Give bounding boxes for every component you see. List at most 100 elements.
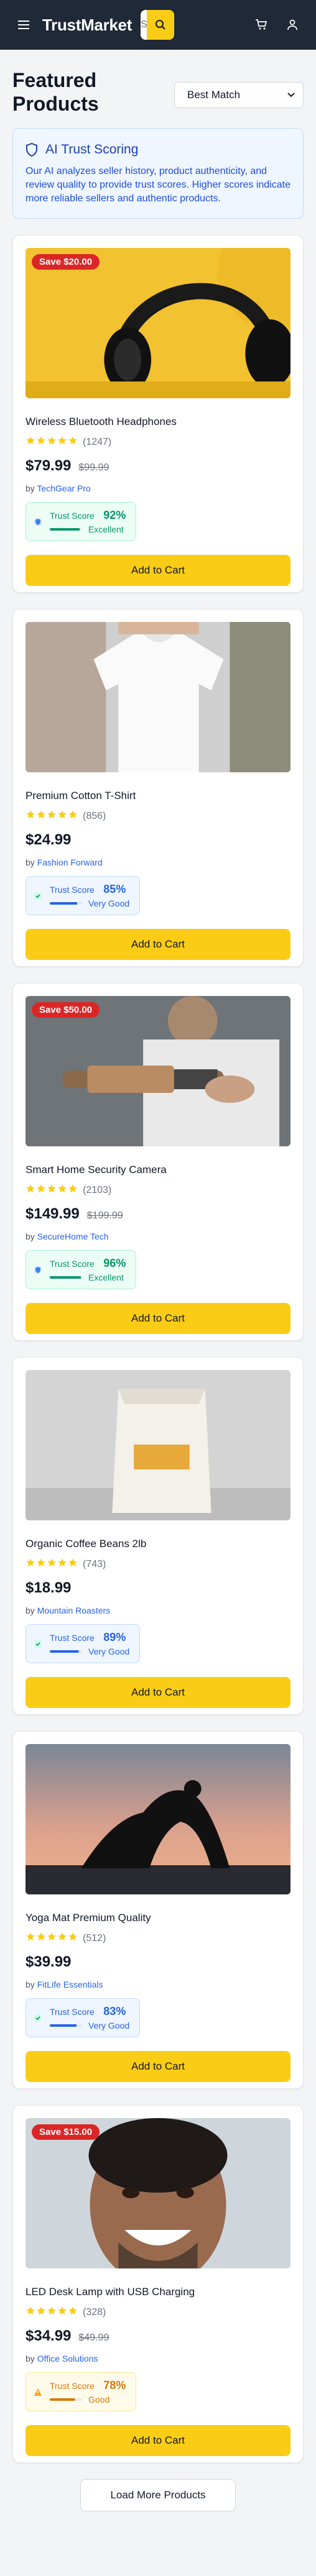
shield-check-icon: [34, 1266, 42, 1274]
sort-select[interactable]: Best Match: [174, 82, 304, 108]
shield-check-icon: [34, 518, 42, 526]
sale-badge: Save $15.00: [32, 2124, 100, 2140]
product-card: Save $20.00 Wireless Bluetooth Headphone…: [12, 235, 304, 593]
product-image[interactable]: Save $50.00: [26, 996, 290, 1146]
product-name[interactable]: Organic Coffee Beans 2lb: [26, 1538, 290, 1550]
rating-stars: [26, 810, 78, 823]
star-icon: [47, 1558, 57, 1571]
trust-score-value: 85%: [103, 883, 126, 895]
product-name[interactable]: Smart Home Security Camera: [26, 1164, 290, 1176]
seller-line: by Mountain Roasters: [26, 1605, 290, 1615]
original-price: $49.99: [78, 2332, 109, 2343]
seller-link[interactable]: SecureHome Tech: [37, 1231, 109, 1241]
trust-score-label: Trust Score: [50, 1259, 95, 1269]
price: $149.99: [26, 1205, 80, 1222]
product-card: Organic Coffee Beans 2lb (743) $18.99 by…: [12, 1357, 304, 1715]
add-to-cart-button[interactable]: Add to Cart: [26, 2425, 290, 2456]
product-name[interactable]: LED Desk Lamp with USB Charging: [26, 2286, 290, 2298]
check-icon: [34, 1640, 42, 1648]
trust-score-bar: [50, 1276, 82, 1279]
star-icon: [57, 810, 67, 823]
product-name[interactable]: Yoga Mat Premium Quality: [26, 1912, 290, 1924]
menu-icon[interactable]: [11, 12, 36, 37]
add-to-cart-button[interactable]: Add to Cart: [26, 2051, 290, 2082]
review-count: (328): [83, 2306, 106, 2318]
star-icon: [26, 1558, 35, 1571]
seller-link[interactable]: TechGear Pro: [37, 483, 90, 493]
brand-logo[interactable]: TrustMarket: [42, 16, 132, 35]
star-icon: [36, 436, 46, 449]
product-image[interactable]: Save $20.00: [26, 248, 290, 398]
add-to-cart-button[interactable]: Add to Cart: [26, 1303, 290, 1334]
original-price: $99.99: [78, 462, 109, 473]
price-row: $34.99 $49.99: [26, 2327, 290, 2345]
shield-icon: [26, 143, 37, 157]
trust-score-badge: Trust Score 83% Very Good: [26, 1998, 141, 2037]
star-icon: [57, 1932, 67, 1945]
sale-badge: Save $50.00: [32, 1002, 100, 1018]
star-icon: [47, 2306, 57, 2319]
seller-link[interactable]: FitLife Essentials: [37, 1980, 103, 1989]
product-image[interactable]: [26, 1370, 290, 1520]
star-icon: [26, 1932, 35, 1945]
trust-level: Excellent: [88, 1272, 124, 1282]
price: $34.99: [26, 2327, 72, 2344]
trust-score-value: 92%: [103, 509, 126, 521]
load-more-button[interactable]: Load More Products: [80, 2479, 236, 2511]
seller-link[interactable]: Fashion Forward: [37, 857, 103, 867]
price: $24.99: [26, 831, 72, 848]
seller-link[interactable]: Office Solutions: [37, 2354, 98, 2364]
product-name[interactable]: Wireless Bluetooth Headphones: [26, 416, 290, 428]
rating-stars: [26, 1184, 78, 1197]
warning-icon: [34, 2388, 42, 2396]
review-count: (856): [83, 810, 106, 821]
product-image[interactable]: [26, 622, 290, 772]
star-icon: [26, 2306, 35, 2319]
star-icon: [68, 1558, 78, 1571]
review-count: (2103): [83, 1184, 112, 1195]
star-icon: [26, 436, 35, 449]
add-to-cart-button[interactable]: Add to Cart: [26, 929, 290, 960]
search-button[interactable]: [147, 10, 175, 40]
trust-level: Very Good: [88, 1647, 130, 1656]
cart-icon[interactable]: [249, 12, 274, 37]
trust-score-label: Trust Score: [50, 511, 95, 521]
star-icon: [68, 2306, 78, 2319]
seller-line: by FitLife Essentials: [26, 1980, 290, 1989]
add-to-cart-button[interactable]: Add to Cart: [26, 1677, 290, 1708]
page-title: Featured Products: [12, 69, 99, 115]
seller-line: by Office Solutions: [26, 2354, 290, 2364]
top-navbar: TrustMarket: [0, 0, 316, 50]
star-icon: [47, 810, 57, 823]
trust-score-bar: [50, 2398, 82, 2401]
rating-stars: [26, 436, 78, 449]
sort-selected-value: Best Match: [187, 89, 241, 101]
product-image[interactable]: Save $15.00: [26, 2118, 290, 2268]
sale-badge: Save $20.00: [32, 254, 100, 270]
price: $39.99: [26, 1953, 72, 1970]
product-card: Save $50.00 Smart Home Security Camera (…: [12, 983, 304, 1341]
add-to-cart-button[interactable]: Add to Cart: [26, 555, 290, 586]
star-icon: [57, 436, 67, 449]
star-icon: [57, 1184, 67, 1197]
trust-score-label: Trust Score: [50, 2381, 95, 2391]
product-rating: (512): [26, 1932, 290, 1945]
seller-link[interactable]: Mountain Roasters: [37, 1605, 111, 1615]
product-name[interactable]: Premium Cotton T-Shirt: [26, 790, 290, 802]
product-rating: (743): [26, 1558, 290, 1571]
review-count: (743): [83, 1558, 106, 1569]
info-text: Our AI analyzes seller history, product …: [26, 166, 290, 204]
trust-level: Very Good: [88, 2021, 130, 2030]
seller-prefix: by: [26, 857, 35, 867]
trust-score-badge: Trust Score 85% Very Good: [26, 876, 141, 915]
trust-score-badge: Trust Score 78% Good: [26, 2372, 137, 2411]
user-icon[interactable]: [280, 12, 305, 37]
product-image[interactable]: [26, 1744, 290, 1894]
seller-prefix: by: [26, 1231, 35, 1241]
trust-score-label: Trust Score: [50, 1633, 95, 1643]
trust-level: Very Good: [88, 898, 130, 908]
price: $79.99: [26, 457, 72, 474]
search-input[interactable]: [141, 10, 147, 40]
star-icon: [68, 810, 78, 823]
trust-score-label: Trust Score: [50, 885, 95, 895]
